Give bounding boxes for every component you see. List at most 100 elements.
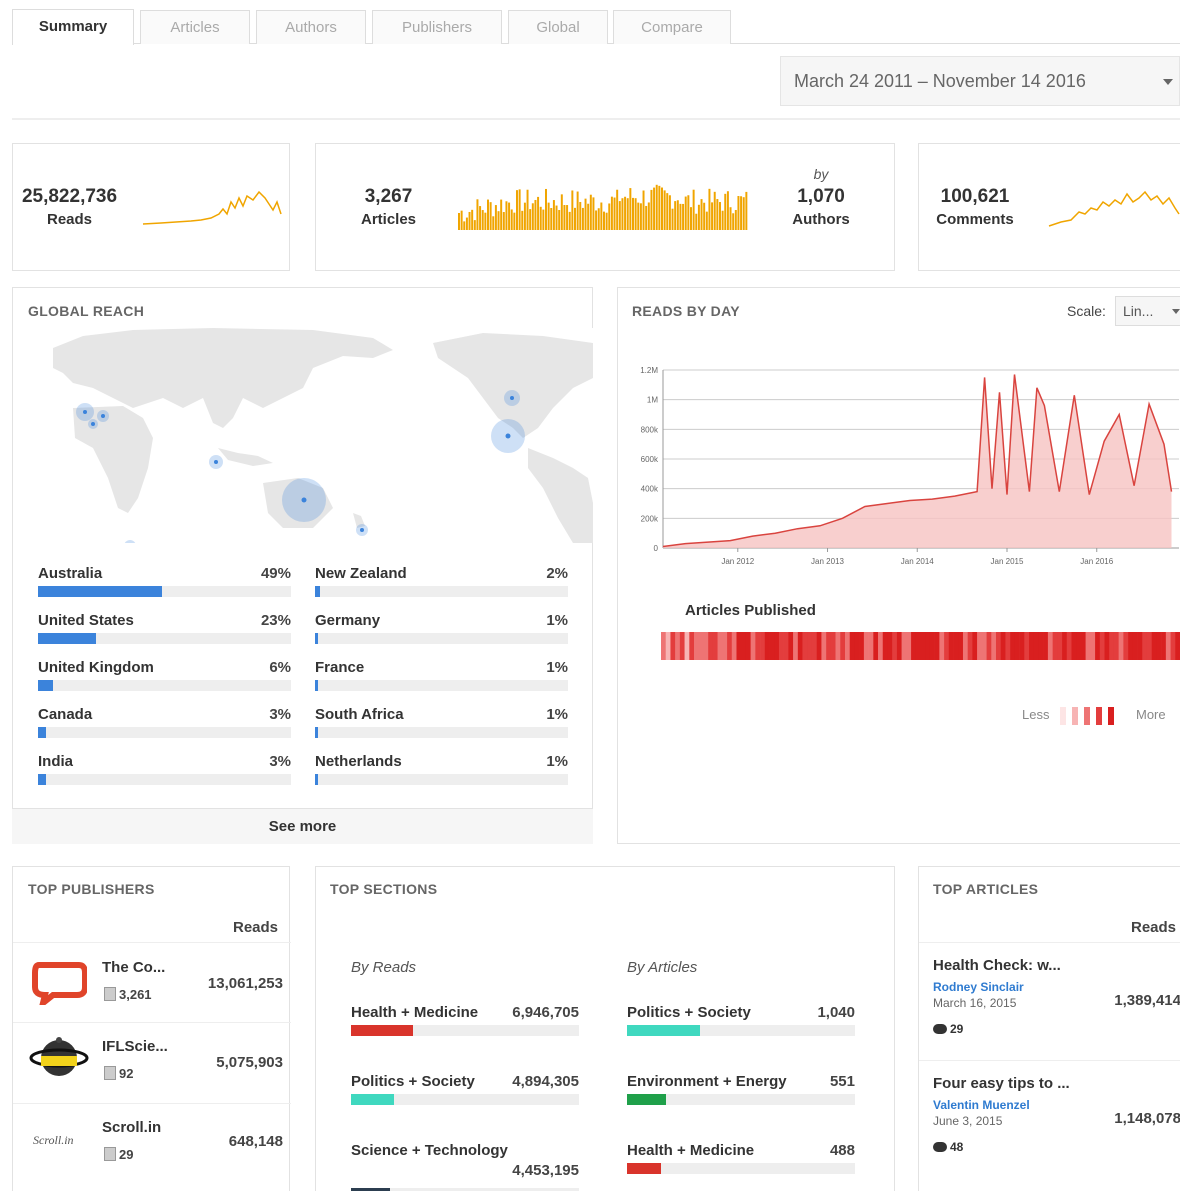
article-count-bar — [719, 202, 721, 230]
section-row[interactable]: Politics + Society 4,894,305 — [351, 1073, 579, 1123]
articles-bar-sparkline — [458, 184, 748, 230]
article-count-bar — [516, 190, 518, 230]
heatmap-cell — [745, 632, 751, 660]
reads-by-day-title: READS BY DAY — [632, 303, 740, 319]
article-row[interactable]: Health Check: w... Rodney Sinclair March… — [919, 947, 1180, 1057]
article-count-bar — [697, 204, 700, 230]
country-row[interactable]: United States 23% — [38, 612, 291, 647]
section-row[interactable]: Environment + Energy 551 — [627, 1073, 855, 1123]
section-row[interactable]: Health + Medicine 488 — [627, 1142, 855, 1191]
article-author-link[interactable]: Valentin Muenzel — [933, 1098, 1030, 1112]
section-name: Politics + Society — [351, 1073, 475, 1090]
article-count-bar — [610, 196, 613, 230]
article-author-link[interactable]: Rodney Sinclair — [933, 980, 1024, 994]
section-value: 6,946,705 — [512, 1004, 579, 1021]
tab-authors[interactable]: Authors — [256, 10, 366, 44]
article-count-bar — [695, 213, 698, 230]
article-count-bar — [729, 207, 732, 230]
heatmap-cell — [995, 632, 1002, 660]
heatmap-cell — [1090, 632, 1096, 660]
articles-published-heatmap — [661, 632, 1180, 660]
heatmap-cell — [708, 632, 714, 660]
heatmap-cell — [859, 632, 865, 660]
section-row[interactable]: Politics + Society 1,040 — [627, 1004, 855, 1054]
article-row[interactable]: Four easy tips to ... Valentin Muenzel J… — [919, 1065, 1180, 1175]
country-row[interactable]: Canada 3% — [38, 706, 291, 741]
heatmap-cell — [929, 632, 935, 660]
x-tick-label: Jan 2016 — [1080, 557, 1113, 566]
section-row[interactable]: Health + Medicine 6,946,705 — [351, 1004, 579, 1054]
tab-articles[interactable]: Articles — [140, 10, 250, 44]
publisher-row[interactable]: The Co... 3,261 13,061,253 — [13, 945, 291, 1020]
section-row[interactable]: Science + Technology 4,453,195 — [351, 1142, 579, 1191]
country-bar-fill — [315, 680, 318, 691]
world-map[interactable] — [13, 328, 593, 543]
comments-label: Comments — [936, 211, 1014, 228]
iflscience-logo — [29, 1037, 89, 1076]
article-count-bar — [592, 197, 595, 230]
article-count-bar — [576, 191, 579, 230]
date-range-select[interactable]: March 24 2011 – November 14 2016 — [780, 56, 1180, 106]
country-name: Germany — [315, 612, 381, 629]
country-row[interactable]: United Kingdom 6% — [38, 659, 291, 694]
article-count-bar — [650, 189, 653, 230]
tab-summary[interactable]: Summary — [12, 9, 134, 45]
article-count-bar — [642, 190, 645, 230]
country-row[interactable]: Netherlands 1% — [315, 753, 568, 788]
heatmap-cell — [944, 632, 950, 660]
heatmap-cell — [811, 632, 817, 660]
heatmap-cell — [717, 632, 723, 660]
tab-publishers[interactable]: Publishers — [372, 10, 502, 44]
heatmap-cell — [1113, 632, 1119, 660]
publisher-row[interactable]: IFLScie... 92 5,075,903 — [13, 1024, 291, 1102]
heatmap-cell — [1118, 632, 1124, 660]
heatmap-cell — [958, 632, 964, 660]
heatmap-cell — [1085, 632, 1091, 660]
tab-global[interactable]: Global — [508, 10, 608, 44]
heatmap-cell — [1165, 632, 1171, 660]
reads-area — [663, 374, 1172, 548]
see-more-button[interactable]: See more — [12, 808, 593, 844]
publisher-row[interactable]: Scroll.in Scroll.in 29 648,148 — [13, 1105, 291, 1183]
article-count-bar — [671, 208, 674, 230]
heatmap-cell — [816, 632, 822, 660]
article-title: Health Check: w... — [933, 957, 1061, 974]
article-count-bar — [608, 203, 611, 230]
article-count-bar — [737, 196, 740, 230]
article-date: March 16, 2015 — [933, 996, 1017, 1010]
top-articles-title: TOP ARTICLES — [933, 881, 1039, 897]
heatmap-cell — [684, 632, 690, 660]
article-count-bar — [500, 199, 503, 230]
tab-bar: Summary Articles Authors Publishers Glob… — [12, 8, 1180, 45]
country-row[interactable]: France 1% — [315, 659, 568, 694]
article-count-bar — [513, 212, 516, 230]
x-tick-label: Jan 2014 — [901, 557, 934, 566]
country-bar-fill — [38, 774, 46, 785]
country-bar-track — [315, 774, 568, 785]
country-row[interactable]: Germany 1% — [315, 612, 568, 647]
article-count-bar — [687, 195, 690, 230]
scale-select[interactable]: Lin... — [1115, 296, 1180, 326]
country-row[interactable]: India 3% — [38, 753, 291, 788]
article-reads: 1,389,414 — [1114, 992, 1180, 1009]
article-count-bar — [721, 210, 724, 230]
article-date: June 3, 2015 — [933, 1114, 1003, 1128]
top-publishers-title: TOP PUBLISHERS — [28, 881, 155, 897]
heatmap-cell — [1057, 632, 1063, 660]
country-percent: 3% — [269, 753, 291, 770]
article-count-bar — [458, 212, 460, 230]
article-count-bar — [534, 199, 537, 230]
section-bar-fill — [627, 1094, 666, 1105]
country-row[interactable]: Australia 49% — [38, 565, 291, 600]
section-bar-fill — [351, 1094, 395, 1105]
heatmap-cell — [896, 632, 902, 660]
country-row[interactable]: New Zealand 2% — [315, 565, 568, 600]
country-bar-fill — [38, 727, 46, 738]
heatmap-cell — [849, 632, 855, 660]
tab-compare[interactable]: Compare — [613, 10, 731, 44]
article-count-bar — [487, 199, 489, 230]
article-count-bar — [613, 197, 616, 230]
section-bar-track — [627, 1025, 855, 1036]
country-row[interactable]: South Africa 1% — [315, 706, 568, 741]
publishers-reads-header: Reads — [233, 919, 279, 936]
